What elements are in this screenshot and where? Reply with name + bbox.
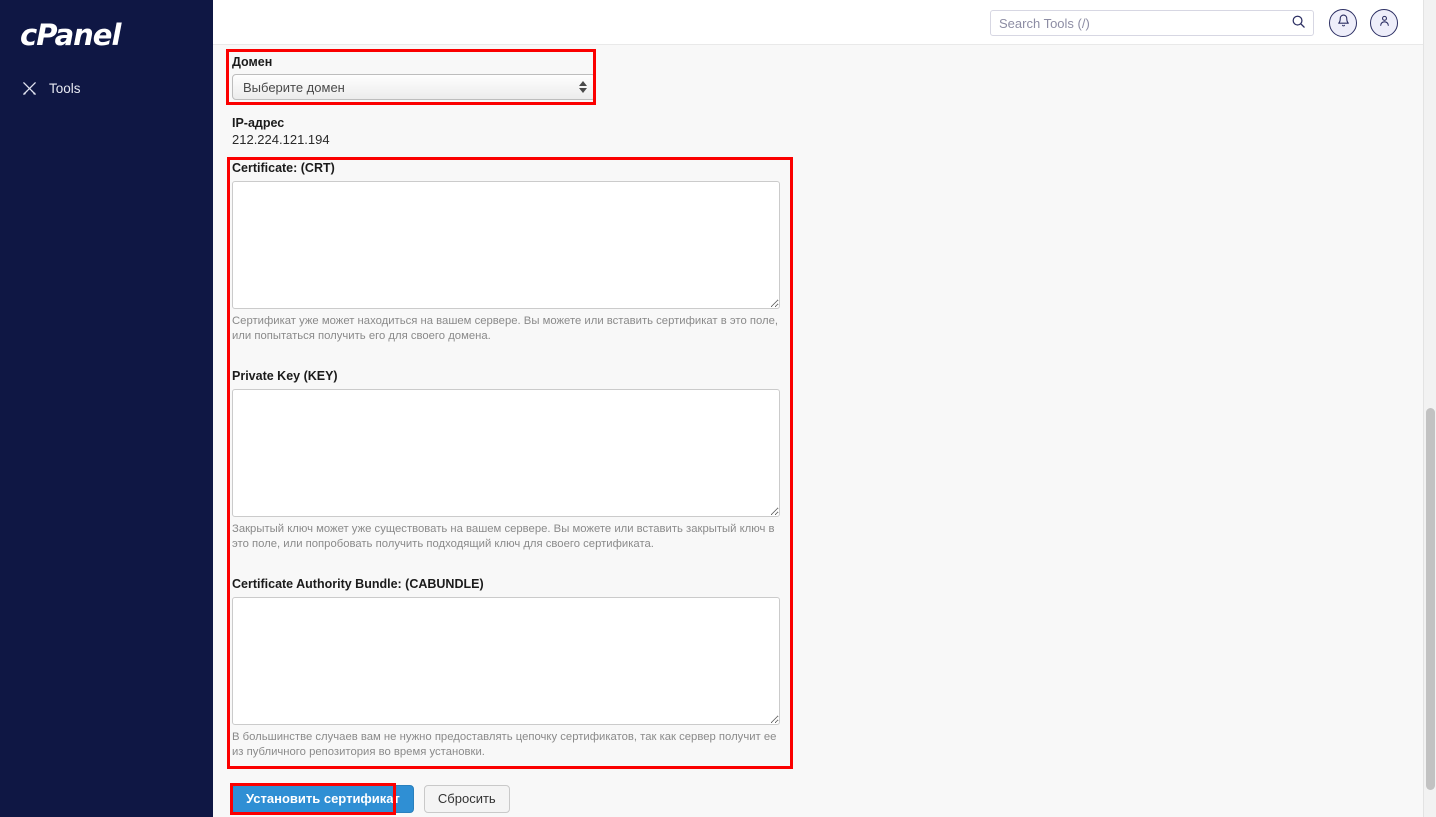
reset-button[interactable]: Сбросить	[423, 785, 510, 813]
search-bar[interactable]	[990, 10, 1314, 36]
certificate-crt-textarea[interactable]	[232, 181, 780, 309]
chevron-updown-icon	[579, 81, 587, 93]
search-input[interactable]	[991, 11, 1283, 35]
certificate-crt-help: Сертификат уже может находиться на вашем…	[232, 315, 779, 342]
sidebar-item-label: Tools	[49, 80, 81, 96]
domain-label: Домен	[232, 55, 273, 69]
ca-bundle-label: Certificate Authority Bundle: (CABUNDLE)	[232, 577, 484, 591]
ip-address-value: 212.224.121.194	[232, 132, 330, 147]
scrollbar-thumb[interactable]	[1426, 408, 1435, 790]
bell-icon	[1337, 14, 1350, 32]
main-content: Домен Выберите домен IP-адрес 212.224.12…	[213, 45, 1423, 817]
account-button[interactable]	[1370, 9, 1398, 37]
tools-icon	[20, 79, 38, 97]
user-icon	[1378, 14, 1391, 32]
private-key-label: Private Key (KEY)	[232, 369, 338, 383]
page-scrollbar[interactable]	[1423, 0, 1436, 817]
domain-field-group: Домен Выберите домен	[232, 54, 596, 100]
sidebar-item-tools[interactable]: Tools	[0, 74, 213, 102]
notifications-button[interactable]	[1329, 9, 1357, 37]
domain-select[interactable]: Выберите домен	[232, 74, 596, 100]
search-submit-button[interactable]	[1283, 11, 1313, 35]
ca-bundle-help: В большинстве случаев вам не нужно предо…	[232, 731, 777, 758]
ip-address-group: IP-адрес 212.224.121.194	[232, 115, 330, 149]
private-key-textarea[interactable]	[232, 389, 780, 517]
install-certificate-button[interactable]: Установить сертификат	[232, 785, 414, 813]
form-actions: Установить сертификат Сбросить	[232, 785, 510, 813]
private-key-group: Private Key (KEY) Закрытый ключ может уж…	[232, 368, 792, 552]
cpanel-logo[interactable]: cPanel	[20, 18, 121, 52]
domain-select-value: Выберите домен	[243, 79, 345, 95]
top-header	[213, 0, 1423, 45]
ip-address-label: IP-адрес	[232, 116, 285, 130]
search-icon	[1291, 14, 1306, 32]
cpanel-ssl-install-page: cPanel Tools Search Tools (/) Домен Выбе…	[0, 0, 1436, 817]
certificate-crt-group: Certificate: (CRT) Сертификат уже может …	[232, 160, 792, 344]
sidebar: cPanel Tools	[0, 0, 213, 817]
ca-bundle-group: Certificate Authority Bundle: (CABUNDLE)…	[232, 576, 792, 760]
certificate-crt-label: Certificate: (CRT)	[232, 161, 335, 175]
ca-bundle-textarea[interactable]	[232, 597, 780, 725]
private-key-help: Закрытый ключ может уже существовать на …	[232, 523, 775, 550]
